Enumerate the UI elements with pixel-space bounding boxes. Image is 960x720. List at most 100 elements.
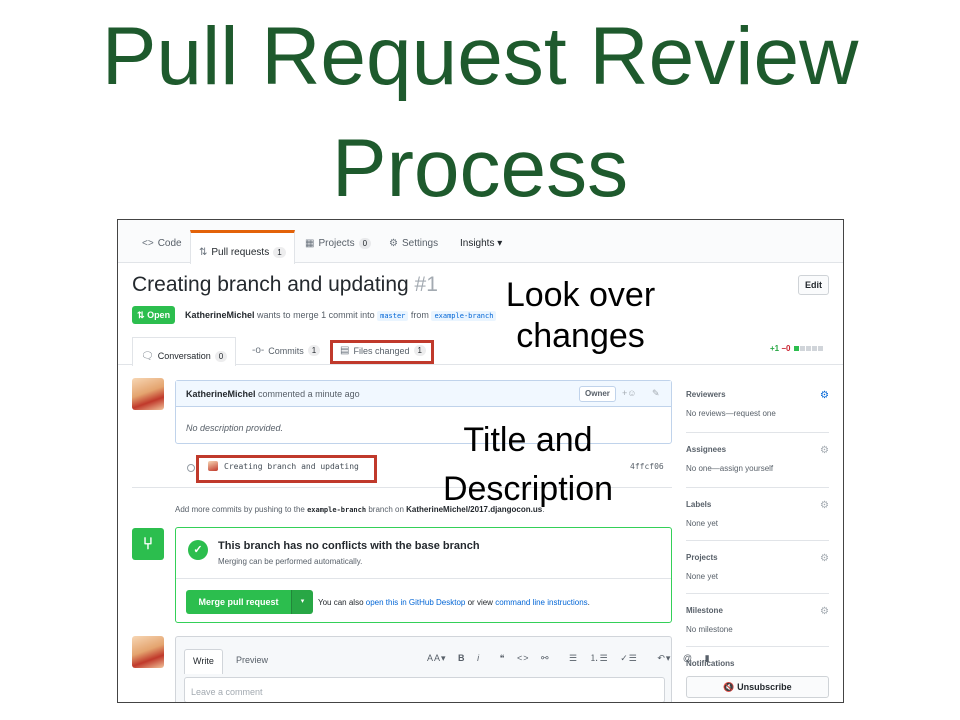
italic-icon[interactable]: i [477, 653, 480, 663]
annotation-title-description: Title and Description [418, 416, 638, 515]
new-comment-form: Write Preview AA▾ B i ❝ <> ⚯ ☰ ⒈☰ ✓☰ ↶▾ … [175, 636, 710, 702]
gear-icon[interactable]: ⚙ [820, 500, 829, 511]
sidebar-value: No milestone [686, 625, 733, 634]
avatar[interactable] [132, 636, 164, 668]
pr-author-link[interactable]: KatherineMichel [185, 310, 255, 320]
pr-meta-from: from [410, 310, 429, 320]
pull-request-icon: ⇅ [199, 247, 208, 258]
repo-nav: <> Code ⇅ Pull requests 1 ▦ Projects 0 ⚙… [118, 220, 843, 264]
merge-branch-icon: ⑂ [132, 528, 164, 560]
push-hint-middle: branch on [368, 505, 404, 514]
check-icon: ✓ [188, 540, 208, 560]
command-line-instructions-link[interactable]: command line instructions [495, 598, 587, 607]
comment-input[interactable]: Leave a comment [184, 677, 665, 702]
add-reaction-icon[interactable]: +☺ [622, 388, 636, 398]
diffstat-block [799, 346, 805, 352]
comment-author-link[interactable]: KatherineMichel [186, 389, 256, 399]
open-in-desktop-link[interactable]: open this in GitHub Desktop [366, 598, 466, 607]
diffstat-additions: +1 [770, 344, 780, 353]
tab-code-label: Code [157, 238, 182, 249]
tab-projects[interactable]: ▦ Projects 0 [305, 238, 372, 249]
sidebar-projects[interactable]: Projects None yet ⚙ [686, 553, 829, 581]
tab-conversation-label: Conversation [157, 351, 211, 361]
merge-method-dropdown[interactable]: ▾ [291, 590, 313, 614]
merge-alt-prefix: You can also [318, 598, 364, 607]
merge-alternatives: You can also open this in GitHub Desktop… [318, 598, 590, 607]
comment-time: commented a minute ago [258, 389, 360, 399]
merge-alt-middle: or view [467, 598, 493, 607]
text-size-icon[interactable]: AA▾ [427, 653, 447, 663]
tab-settings[interactable]: ⚙ Settings [389, 238, 438, 249]
unsubscribe-button[interactable]: 🔇 Unsubscribe [686, 676, 829, 698]
pull-requests-count: 1 [273, 247, 286, 258]
comment-body: No description provided. [186, 423, 284, 433]
status-badge: ⇅ Open [132, 306, 176, 324]
merge-pull-request-button[interactable]: Merge pull request [186, 590, 291, 614]
sidebar-reviewers[interactable]: Reviewers No reviews—request one ⚙ [686, 390, 829, 418]
task-list-icon[interactable]: ✓☰ [620, 653, 638, 663]
push-hint-prefix: Add more commits by pushing to the [175, 505, 305, 514]
gear-icon: ⚙ [389, 238, 398, 249]
tab-conversation[interactable]: 🗨 Conversation 0 [132, 337, 237, 366]
gear-icon[interactable]: ⚙ [820, 606, 829, 617]
sidebar-notifications: Notifications [686, 659, 829, 668]
sidebar-assignees[interactable]: Assignees No one—assign yourself ⚙ [686, 445, 829, 473]
divider [686, 432, 829, 433]
avatar[interactable] [132, 378, 164, 410]
commit-icon [187, 464, 195, 472]
divider [686, 593, 829, 594]
bullet-list-icon[interactable]: ☰ [569, 653, 578, 663]
base-branch[interactable]: master [377, 311, 409, 321]
tab-commits[interactable]: -o- Commits 1 [252, 345, 321, 356]
tab-commits-label: Commits [268, 345, 304, 356]
status-badge-label: Open [147, 310, 171, 320]
gear-icon[interactable]: ⚙ [820, 445, 829, 456]
gear-icon[interactable]: ⚙ [820, 553, 829, 564]
sidebar-heading: Projects [686, 553, 718, 562]
edit-button[interactable]: Edit [798, 275, 829, 295]
divider [686, 487, 829, 488]
tab-preview[interactable]: Preview [228, 649, 276, 671]
numbered-list-icon[interactable]: ⒈☰ [590, 653, 609, 663]
merge-alt-suffix: . [587, 598, 590, 607]
diffstat-block [811, 346, 817, 352]
tab-code[interactable]: <> Code [142, 238, 182, 249]
pull-request-icon: ⇅ [137, 310, 145, 320]
comment-icon: 🗨 [141, 350, 154, 362]
sidebar-labels[interactable]: Labels None yet ⚙ [686, 500, 829, 528]
sidebar-milestone[interactable]: Milestone No milestone ⚙ [686, 606, 829, 634]
pr-number: #1 [414, 273, 438, 296]
tab-write[interactable]: Write [184, 649, 223, 674]
tab-insights[interactable]: Insights ▾ [460, 238, 502, 249]
tab-projects-label: Projects [318, 238, 355, 249]
diffstat: +1 −0 [770, 344, 823, 353]
annotation-line: changes [516, 316, 645, 355]
annotation-line: Description [442, 470, 614, 509]
tab-pull-requests[interactable]: ⇅ Pull requests 1 [190, 230, 295, 264]
edit-comment-icon[interactable]: ✎ [652, 388, 660, 399]
merge-status-heading: This branch has no conflicts with the ba… [218, 540, 480, 552]
sidebar-heading: Notifications [686, 659, 735, 668]
pr-title-text: Creating branch and updating [132, 273, 409, 296]
link-icon[interactable]: ⚯ [541, 653, 550, 663]
pr-meta: KatherineMichel wants to merge 1 commit … [185, 310, 497, 321]
reply-icon[interactable]: ↶▾ [657, 653, 671, 663]
quote-icon[interactable]: ❝ [500, 653, 506, 663]
merge-box: ✓ This branch has no conflicts with the … [175, 527, 672, 623]
pr-meta-text: wants to merge 1 commit into [257, 310, 375, 320]
owner-badge: Owner [579, 386, 616, 402]
code-icon[interactable]: <> [517, 653, 530, 663]
sidebar-heading: Milestone [686, 606, 723, 615]
project-icon: ▦ [305, 238, 315, 249]
gear-icon[interactable]: ⚙ [820, 390, 829, 401]
diffstat-block [805, 346, 811, 352]
diffstat-deletions: −0 [781, 344, 791, 353]
commits-count: 1 [307, 345, 321, 356]
push-hint-branch: example-branch [307, 506, 367, 514]
tab-settings-label: Settings [401, 238, 439, 249]
sidebar-value: None yet [686, 519, 719, 528]
bold-icon[interactable]: B [458, 653, 466, 663]
tab-insights-label: Insights ▾ [460, 238, 503, 249]
sidebar-value: None yet [686, 572, 719, 581]
sidebar-value: No reviews—request one [686, 409, 776, 418]
